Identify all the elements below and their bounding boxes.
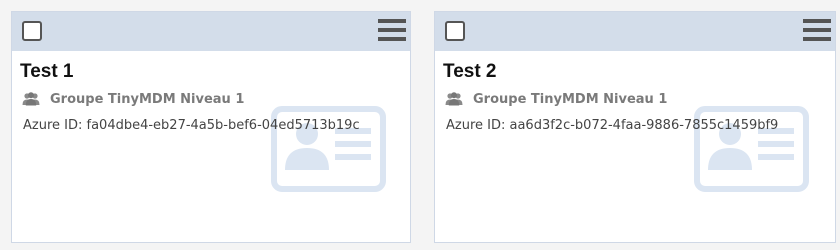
users-icon bbox=[445, 92, 463, 106]
card-header bbox=[435, 12, 835, 51]
azure-id: Azure ID: aa6d3f2c-b072-4faa-9886-7855c1… bbox=[446, 118, 779, 133]
group-row: Groupe TinyMDM Niveau 1 bbox=[22, 89, 244, 109]
menu-icon[interactable] bbox=[803, 18, 831, 44]
cards-grid: Test 1 Groupe TinyMDM Niveau 1 Azure ID:… bbox=[0, 0, 840, 250]
select-checkbox[interactable] bbox=[445, 21, 465, 41]
group-name: Groupe TinyMDM Niveau 1 bbox=[50, 91, 245, 107]
device-card[interactable]: Test 1 Groupe TinyMDM Niveau 1 Azure ID:… bbox=[11, 11, 411, 243]
device-card[interactable]: Test 2 Groupe TinyMDM Niveau 1 Azure ID:… bbox=[434, 11, 836, 243]
users-icon bbox=[22, 92, 40, 106]
select-checkbox[interactable] bbox=[22, 21, 42, 41]
card-title: Test 1 bbox=[20, 61, 74, 82]
menu-icon[interactable] bbox=[378, 18, 406, 44]
group-row: Groupe TinyMDM Niveau 1 bbox=[445, 89, 667, 109]
group-name: Groupe TinyMDM Niveau 1 bbox=[473, 91, 668, 107]
card-header bbox=[12, 12, 410, 51]
azure-id: Azure ID: fa04dbe4-eb27-4a5b-bef6-04ed57… bbox=[23, 118, 360, 133]
card-title: Test 2 bbox=[443, 61, 497, 82]
